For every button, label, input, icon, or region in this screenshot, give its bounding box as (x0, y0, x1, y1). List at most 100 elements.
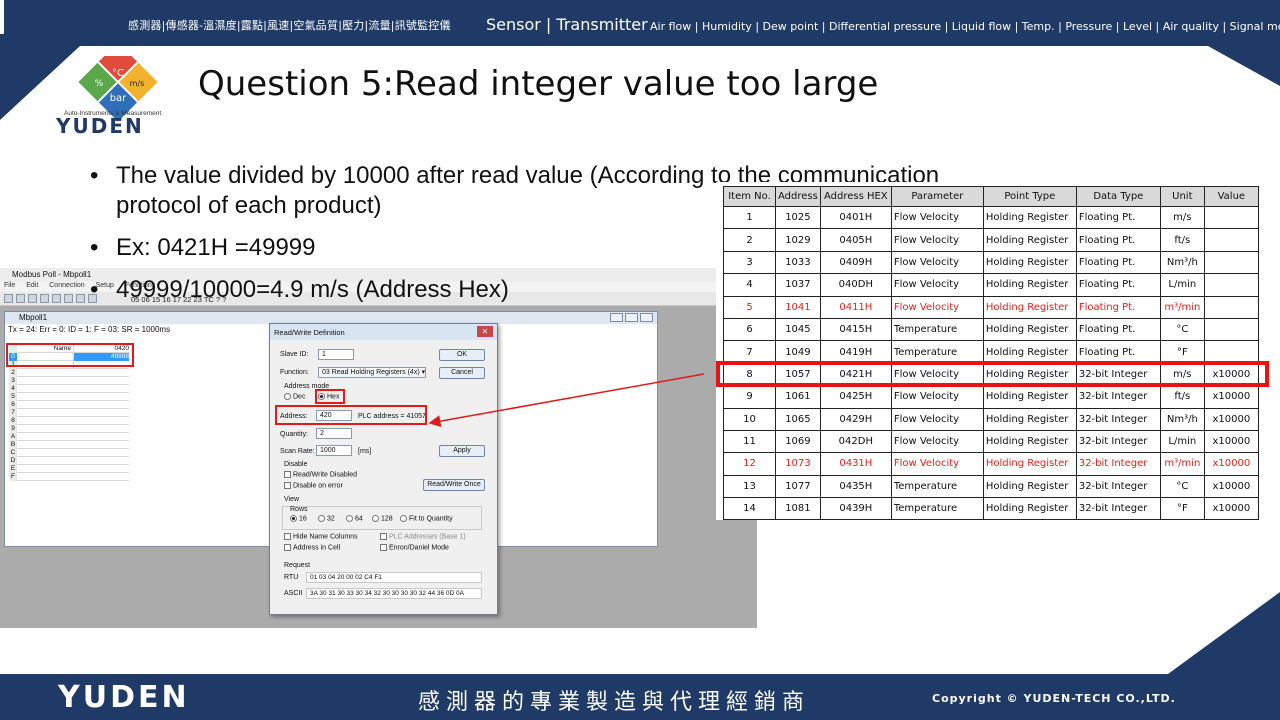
bullet-calculation: • 49999/10000=4.9 m/s (Address Hex) (90, 276, 509, 304)
function-select-value: 03 Read Holding Registers (4x) (322, 369, 420, 376)
disable-group-label: Disable (284, 461, 308, 468)
address-highlight (275, 405, 427, 425)
grid-row-c[interactable]: C (9, 449, 129, 457)
grid-row-6[interactable]: 6 (9, 401, 129, 409)
slave-id-input[interactable]: 1 (318, 349, 354, 360)
grid-row-label: 5 (9, 393, 17, 401)
menu-connection[interactable]: Connection (49, 282, 84, 289)
col-parameter: Parameter (890, 186, 984, 207)
apply-button[interactable]: Apply (439, 445, 485, 457)
rw-disabled-checkbox[interactable]: Read/Write Disabled (284, 471, 357, 478)
grid-row-2[interactable]: 2 (9, 369, 129, 377)
read-write-once-button[interactable]: Read/Write Once (423, 479, 485, 491)
grid-row-f[interactable]: F (9, 473, 129, 481)
rtu-request-field: 01 03 04 20 00 02 C4 F1 (306, 572, 482, 583)
table-row-highlight (716, 361, 1269, 387)
table-cell: 32-bit Integer (1075, 429, 1161, 454)
save-icon[interactable] (28, 294, 37, 304)
table-cell: 32-bit Integer (1075, 407, 1161, 431)
table-cell: m³/min (1159, 452, 1205, 476)
rows-64-radio[interactable]: 64 (346, 515, 363, 522)
table-cell: Holding Register (982, 340, 1077, 364)
table-cell: 1073 (775, 452, 821, 476)
rows-128-radio[interactable]: 128 (372, 515, 393, 522)
grid-row-5[interactable]: 5 (9, 393, 129, 401)
grid-row-4[interactable]: 4 (9, 385, 129, 393)
chevron-down-icon: ▾ (421, 369, 426, 376)
bullet-dot: • (90, 276, 99, 303)
table-cell: x10000 (1203, 474, 1259, 499)
table-row: 10 1065 0429H Flow Velocity Holding Register… (723, 407, 1259, 431)
table-cell: 0405H (819, 228, 892, 252)
grid-row-8[interactable]: 8 (9, 417, 129, 425)
close-icon[interactable] (52, 294, 61, 304)
disconnect-icon[interactable] (76, 294, 85, 304)
new-icon[interactable] (4, 294, 13, 304)
scan-rate-input[interactable]: 1000 (316, 445, 352, 456)
quantity-input[interactable]: 2 (316, 428, 352, 439)
table-cell: 14 (723, 497, 776, 521)
grid-row-label: A (9, 433, 17, 441)
bullet-dot: • (90, 234, 99, 261)
table-cell: 0435H (819, 474, 892, 499)
grid-row-d[interactable]: D (9, 457, 129, 465)
rows-16-radio[interactable]: 16 (290, 515, 307, 522)
grid-row-7[interactable]: 7 (9, 409, 129, 417)
table-cell: 6 (723, 317, 776, 342)
menu-file[interactable]: File (4, 282, 15, 289)
enron-checkbox[interactable]: Enron/Daniel Mode (380, 544, 449, 551)
menu-edit[interactable]: Edit (26, 282, 38, 289)
grid-row-label: 6 (9, 401, 17, 409)
checkbox-icon (284, 544, 291, 551)
request-label: Request (284, 562, 311, 569)
checkbox-icon (380, 544, 387, 551)
table-cell: 12 (723, 452, 776, 476)
grid-row-b[interactable]: B (9, 441, 129, 449)
corner-decoration-bottom-right (1168, 592, 1280, 674)
table-cell: Flow Velocity (890, 452, 984, 476)
cancel-button[interactable]: Cancel (439, 367, 485, 379)
mode-dec-radio[interactable]: Dec (284, 393, 305, 400)
rows-fit-radio[interactable]: Fit to Quantity (400, 515, 453, 522)
bullet-example: • Ex: 0421H =49999 (90, 234, 316, 262)
grid-row-e[interactable]: E (9, 465, 129, 473)
col-unit: Unit (1159, 186, 1205, 207)
table-cell: m³/min (1159, 295, 1205, 319)
grid-row-a[interactable]: A (9, 433, 129, 441)
plc-addresses-checkbox[interactable]: PLC Addresses (Base 1) (380, 533, 466, 540)
dialog-close-icon[interactable]: ✕ (477, 326, 493, 337)
hide-names-checkbox[interactable]: Hide Name Columns (284, 533, 358, 540)
connect-icon[interactable] (64, 294, 73, 304)
close-window-icon[interactable] (640, 313, 653, 322)
table-cell: Floating Pt. (1075, 250, 1161, 275)
col-value: Value (1203, 186, 1259, 207)
checkbox-icon (284, 482, 291, 489)
open-icon[interactable] (16, 294, 25, 304)
ok-button[interactable]: OK (439, 349, 485, 361)
disable-on-error-checkbox[interactable]: Disable on error (284, 482, 343, 489)
footer-copyright: Copyright © YUDEN-TECH CO.,LTD. (932, 692, 1176, 705)
grid-row-9[interactable]: 9 (9, 425, 129, 433)
table-cell: 2 (723, 228, 776, 252)
address-in-cell-label: Address in Cell (293, 544, 341, 552)
bullet-dot: • (90, 162, 99, 189)
function-select[interactable]: 03 Read Holding Registers (4x) ▾ (318, 367, 426, 378)
grid-row-3[interactable]: 3 (9, 377, 129, 385)
table-cell: Floating Pt. (1075, 317, 1161, 342)
grid-highlight-box (6, 343, 134, 367)
print-icon[interactable] (40, 294, 49, 304)
address-in-cell-checkbox[interactable]: Address in Cell (284, 544, 340, 551)
rows-32-radio[interactable]: 32 (318, 515, 335, 522)
table-cell: 0425H (819, 385, 892, 409)
slide-title: Question 5:Read integer value too large (198, 64, 879, 104)
read-write-definition-dialog: Read/Write Definition ✕ Slave ID: 1 OK F… (269, 323, 498, 615)
table-cell: L/min (1159, 429, 1205, 454)
minimize-icon[interactable] (610, 313, 623, 322)
table-cell: 1033 (775, 250, 821, 275)
table-cell: 9 (723, 385, 776, 409)
grid-row-label: B (9, 441, 17, 449)
maximize-icon[interactable] (625, 313, 638, 322)
slave-id-label: Slave ID: (280, 351, 309, 358)
header-en-categories: Air flow | Humidity | Dew point | Differ… (650, 20, 1280, 33)
table-cell: 32-bit Integer (1075, 497, 1161, 521)
